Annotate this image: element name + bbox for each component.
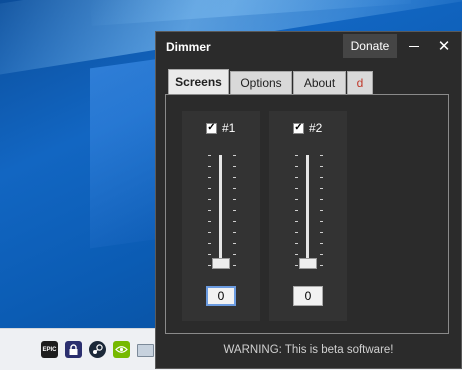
slider-tick [295, 243, 298, 244]
slider-tick [233, 188, 236, 189]
screen-card: ✓ #1 0 [182, 111, 260, 321]
dim-slider-thumb[interactable] [299, 258, 317, 269]
close-button[interactable]: ✕ [432, 34, 456, 58]
window-title: Dimmer [166, 40, 211, 54]
slider-tick [208, 177, 211, 178]
slider-tick [320, 232, 323, 233]
dim-value-input[interactable]: 0 [293, 286, 323, 306]
epic-games-icon-text: EPIC [42, 346, 57, 353]
slider-tick [208, 166, 211, 167]
slider-tick [295, 188, 298, 189]
slider-tick [208, 210, 211, 211]
slider-tick [233, 199, 236, 200]
steam-logo-icon [93, 344, 103, 354]
minimize-button[interactable] [402, 34, 426, 58]
dim-slider-track[interactable] [306, 155, 309, 265]
nvidia-icon[interactable] [113, 341, 130, 358]
slider-tick [320, 177, 323, 178]
slider-tick [208, 265, 211, 266]
tab-options[interactable]: Options [230, 71, 292, 94]
slider-tick [320, 243, 323, 244]
slider-tick [295, 254, 298, 255]
slider-tick [295, 155, 298, 156]
beta-warning: WARNING: This is beta software! [223, 344, 394, 356]
dim-slider-track[interactable] [219, 155, 222, 265]
screen-card: ✓ #2 0 [269, 111, 347, 321]
donate-button[interactable]: Donate [343, 34, 397, 58]
slider-ticks-right [320, 155, 324, 267]
slider-tick [320, 199, 323, 200]
tab-about[interactable]: About [293, 71, 346, 94]
slider-ticks-left [295, 155, 299, 267]
slider-tick [208, 232, 211, 233]
slider-tick [208, 199, 211, 200]
screens-panel: ✓ #1 0 ✓ #2 0 [165, 94, 449, 334]
slider-ticks-left [208, 155, 212, 267]
title-bar[interactable]: Dimmer Donate ✕ [156, 32, 461, 61]
slider-tick [233, 221, 236, 222]
slider-ticks-right [233, 155, 237, 267]
slider-tick [233, 254, 236, 255]
screen-enabled-checkbox[interactable]: ✓ [206, 122, 217, 134]
slider-tick [295, 210, 298, 211]
epic-games-icon[interactable]: EPIC [41, 341, 58, 358]
slider-tick [320, 254, 323, 255]
screen-toggle-row: ✓ #2 [293, 121, 322, 135]
slider-tick [233, 166, 236, 167]
screen-toggle-row: ✓ #1 [206, 121, 235, 135]
close-icon: ✕ [437, 38, 451, 55]
tab-screens[interactable]: Screens [168, 69, 229, 94]
slider-tick [295, 232, 298, 233]
slider-tick [295, 221, 298, 222]
slider-tick [320, 221, 323, 222]
display-icon[interactable] [137, 344, 154, 357]
screen-enabled-checkbox[interactable]: ✓ [293, 122, 304, 134]
password-manager-icon[interactable] [65, 341, 82, 358]
slider-tick [233, 177, 236, 178]
dim-slider-thumb[interactable] [212, 258, 230, 269]
slider-tick [320, 166, 323, 167]
slider-tick [208, 254, 211, 255]
slider-tick [320, 188, 323, 189]
slider-tick [320, 265, 323, 266]
steam-icon[interactable] [89, 341, 106, 358]
slider-tick [320, 210, 323, 211]
slider-tick [208, 155, 211, 156]
nvidia-eye-icon [115, 346, 128, 353]
slider-tick [233, 155, 236, 156]
slider-tick [295, 177, 298, 178]
slider-tick [320, 155, 323, 156]
slider-tick [233, 210, 236, 211]
slider-tick [233, 243, 236, 244]
slider-tick [233, 265, 236, 266]
slider-tick [208, 221, 211, 222]
slider-tick [295, 199, 298, 200]
dimmer-window: Dimmer Donate ✕ Screens Options About d … [155, 31, 462, 369]
slider-tick [295, 166, 298, 167]
screen-label: #2 [309, 121, 323, 135]
slider-tick [295, 265, 298, 266]
slider-tick [233, 232, 236, 233]
slider-tick [208, 188, 211, 189]
dim-value-input[interactable]: 0 [206, 286, 236, 306]
screen-label: #1 [222, 121, 236, 135]
tab-debug[interactable]: d [347, 71, 373, 94]
slider-tick [208, 243, 211, 244]
lock-icon [69, 343, 78, 355]
